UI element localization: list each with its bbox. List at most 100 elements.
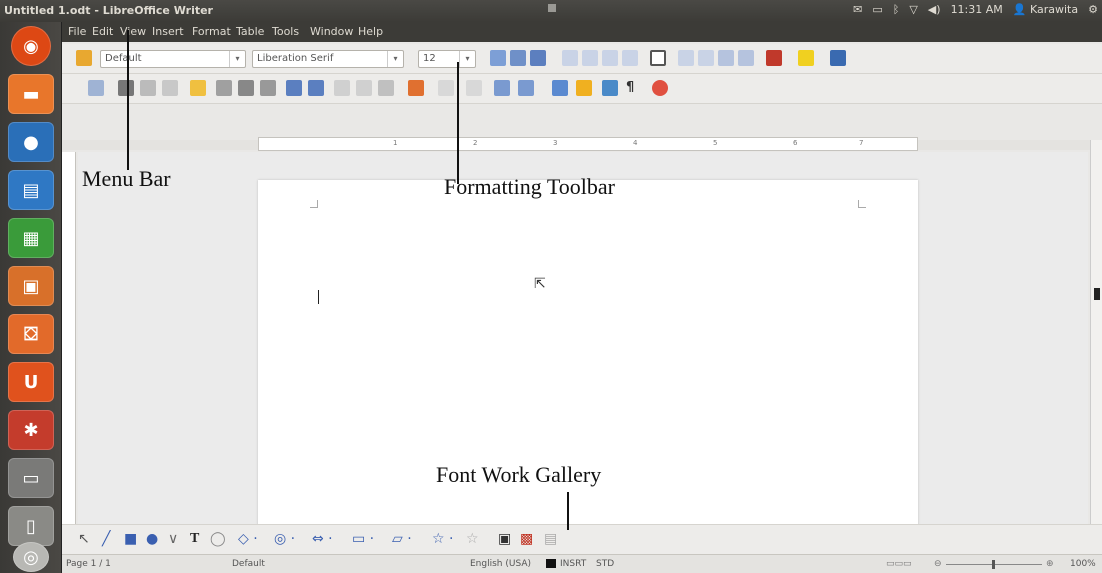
print-icon[interactable]: [238, 80, 254, 96]
ubuntu-dash-icon[interactable]: ◉: [11, 26, 51, 66]
styles-icon[interactable]: [76, 50, 92, 66]
vertical-scrollbar[interactable]: [1090, 140, 1102, 525]
font-color-icon[interactable]: [766, 50, 782, 66]
numbering-icon[interactable]: [678, 50, 694, 66]
workspace-icon[interactable]: ▭: [8, 458, 54, 498]
vertical-ruler[interactable]: [62, 152, 76, 544]
align-right-icon[interactable]: [602, 50, 618, 66]
callout-shapes-icon[interactable]: ▱ ·: [392, 531, 412, 547]
language[interactable]: English (USA): [470, 559, 531, 569]
menu-window[interactable]: Window: [310, 25, 353, 38]
menu-file[interactable]: File: [68, 25, 86, 38]
select-icon[interactable]: ↖: [78, 531, 90, 547]
firefox-icon[interactable]: ●: [8, 122, 54, 162]
paragraph-frame-icon[interactable]: [650, 50, 666, 66]
bullets-icon[interactable]: [698, 50, 714, 66]
wifi-icon[interactable]: ▽: [909, 3, 917, 16]
menu-format[interactable]: Format: [192, 25, 231, 38]
zoom-level[interactable]: 100%: [1070, 559, 1096, 569]
insert-mode[interactable]: INSRT: [560, 559, 586, 569]
show-draw-functions-icon[interactable]: [552, 80, 568, 96]
usb-drive-icon[interactable]: ▯: [8, 506, 54, 546]
autospellcheck-icon[interactable]: [308, 80, 324, 96]
menu-help[interactable]: Help: [358, 25, 383, 38]
table-icon[interactable]: [518, 80, 534, 96]
callouts-icon[interactable]: ◯: [210, 531, 226, 547]
scrollbar-thumb[interactable]: [1094, 288, 1100, 300]
extrusion-icon[interactable]: ▤: [544, 531, 557, 547]
user-menu[interactable]: 👤 Karawita: [1013, 3, 1078, 16]
zoom-in-icon[interactable]: ⊕: [1046, 559, 1054, 569]
chevron-down-icon[interactable]: ▾: [387, 51, 403, 67]
rectangle-icon[interactable]: ■: [124, 531, 137, 547]
new-document-icon[interactable]: [88, 80, 104, 96]
align-center-icon[interactable]: [582, 50, 598, 66]
italic-icon[interactable]: [510, 50, 526, 66]
menu-table[interactable]: Table: [236, 25, 264, 38]
page-count[interactable]: Page 1 / 1: [66, 559, 111, 569]
spellcheck-icon[interactable]: [286, 80, 302, 96]
horizontal-ruler[interactable]: 1 2 3 4 5 6 7: [258, 137, 918, 151]
software-center-icon[interactable]: ⛋: [8, 314, 54, 354]
stars-icon[interactable]: ☆ ·: [432, 531, 453, 547]
menu-insert[interactable]: Insert: [152, 25, 184, 38]
help-icon[interactable]: [652, 80, 668, 96]
paragraph-style-combo[interactable]: Default ▾: [100, 50, 246, 68]
points-icon[interactable]: ☆: [466, 531, 479, 547]
edit-file-icon[interactable]: [190, 80, 206, 96]
cut-icon[interactable]: [334, 80, 350, 96]
page-style[interactable]: Default: [232, 559, 265, 569]
freeform-line-icon[interactable]: ∨: [168, 531, 178, 547]
increase-indent-icon[interactable]: [738, 50, 754, 66]
open-icon[interactable]: [118, 80, 134, 96]
bluetooth-icon[interactable]: ᛒ: [893, 3, 900, 16]
clone-formatting-icon[interactable]: [408, 80, 424, 96]
save-icon[interactable]: [140, 80, 156, 96]
selection-mode[interactable]: STD: [596, 559, 614, 569]
highlighting-icon[interactable]: [798, 50, 814, 66]
calc-icon[interactable]: ▦: [8, 218, 54, 258]
symbol-shapes-icon[interactable]: ◎ ·: [274, 531, 295, 547]
clock[interactable]: 11:31 AM: [951, 3, 1003, 16]
formatting-marks-icon[interactable]: ¶: [626, 80, 642, 96]
gallery-icon[interactable]: [602, 80, 618, 96]
copy-icon[interactable]: [356, 80, 372, 96]
export-pdf-icon[interactable]: [216, 80, 232, 96]
font-name-combo[interactable]: Liberation Serif ▾: [252, 50, 404, 68]
menu-edit[interactable]: Edit: [92, 25, 113, 38]
email-icon[interactable]: [162, 80, 178, 96]
decrease-indent-icon[interactable]: [718, 50, 734, 66]
system-settings-icon[interactable]: ✱: [8, 410, 54, 450]
redo-icon[interactable]: [466, 80, 482, 96]
gear-icon[interactable]: ⚙: [1088, 3, 1098, 16]
basic-shapes-icon[interactable]: ◇ ·: [238, 531, 258, 547]
paste-icon[interactable]: [378, 80, 394, 96]
zoom-slider-handle[interactable]: [992, 560, 995, 569]
volume-icon[interactable]: ◀): [928, 3, 941, 16]
navigator-icon[interactable]: [576, 80, 592, 96]
writer-icon[interactable]: ▤: [8, 170, 54, 210]
files-icon[interactable]: ▬: [8, 74, 54, 114]
justify-icon[interactable]: [622, 50, 638, 66]
mail-icon[interactable]: ✉: [853, 3, 862, 16]
ellipse-icon[interactable]: ●: [146, 531, 158, 547]
line-icon[interactable]: ╱: [102, 531, 110, 547]
battery-icon[interactable]: ▭: [872, 3, 882, 16]
menu-view[interactable]: View: [120, 25, 146, 38]
undo-icon[interactable]: [438, 80, 454, 96]
impress-icon[interactable]: ▣: [8, 266, 54, 306]
underline-icon[interactable]: [530, 50, 546, 66]
flowchart-icon[interactable]: ▭ ·: [352, 531, 374, 547]
bold-icon[interactable]: [490, 50, 506, 66]
dvd-icon[interactable]: ◎: [13, 542, 49, 572]
chevron-down-icon[interactable]: ▾: [459, 51, 475, 67]
background-color-icon[interactable]: [830, 50, 846, 66]
view-layout-icon[interactable]: ▭▭▭: [886, 559, 912, 569]
zoom-out-icon[interactable]: ⊖: [934, 559, 942, 569]
fontwork-gallery-icon[interactable]: ▣: [498, 531, 511, 547]
text-icon[interactable]: T: [190, 531, 199, 547]
chevron-down-icon[interactable]: ▾: [229, 51, 245, 67]
font-size-combo[interactable]: 12 ▾: [418, 50, 476, 68]
block-arrows-icon[interactable]: ⇔ ·: [312, 531, 333, 547]
menu-tools[interactable]: Tools: [272, 25, 299, 38]
